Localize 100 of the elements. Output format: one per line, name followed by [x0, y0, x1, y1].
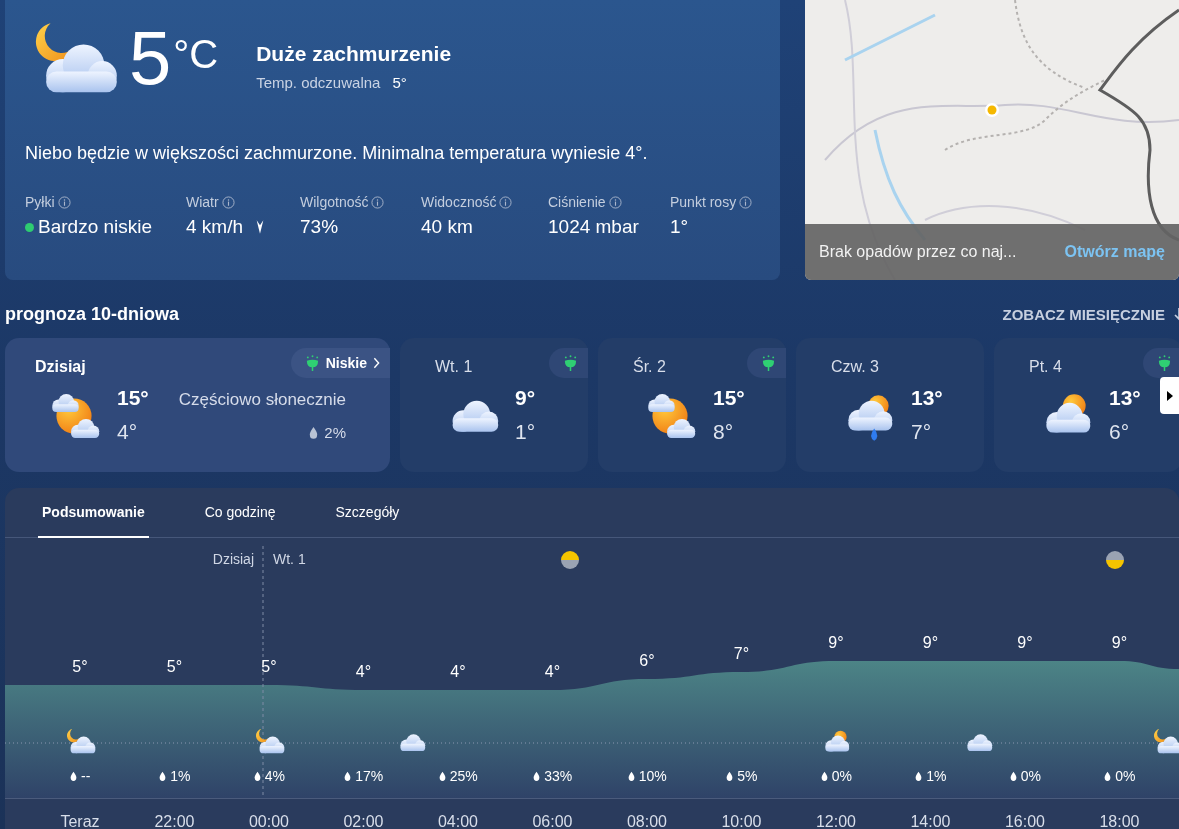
drop-icon	[1104, 771, 1112, 781]
chevron-right-icon	[373, 357, 380, 369]
stat-value: 4 km/h	[186, 216, 244, 238]
precipitation-chance: --	[81, 768, 91, 784]
drop-icon	[309, 425, 319, 439]
temperature-label: 9°	[922, 634, 939, 651]
precipitation-chance: 33%	[544, 768, 573, 784]
drop-icon	[253, 771, 261, 781]
drop-icon	[344, 771, 352, 781]
stat-label: Widoczność	[421, 194, 497, 210]
low-temperature: 1°	[515, 420, 536, 444]
day-name: Śr. 2	[633, 358, 666, 376]
temperature-label: 4°	[355, 663, 372, 680]
weather-summary: Niebo będzie w większości zachmurzone. Minimalna temperatura wyniesie 4°.	[25, 143, 649, 164]
precipitation-chance: 5%	[737, 768, 758, 784]
day-card[interactable]: Dzisiaj Niskie 15° 4° Częściowo słonecznie 2%	[5, 338, 390, 472]
pollen-badge[interactable]: Niskie	[290, 348, 390, 378]
day-label: Wt. 1	[273, 551, 306, 567]
hour-label: 12:00	[816, 813, 856, 829]
info-icon[interactable]	[739, 195, 753, 209]
high-temperature: 9°	[515, 386, 536, 410]
pollen-badge[interactable]	[549, 348, 588, 378]
section-title: prognoza 10-dniowa	[5, 303, 179, 325]
stat-value: 40 km	[421, 216, 473, 238]
stat-value: Bardzo niskie	[38, 216, 153, 238]
high-temperature: 13°	[1109, 386, 1141, 410]
stat-label: Wiatr	[186, 194, 219, 210]
day-card[interactable]: Pt. 4 13° 6°	[994, 338, 1179, 472]
temperature-label: 6°	[639, 652, 655, 669]
temperature-label: 5°	[166, 658, 183, 675]
precipitation-chance: 0%	[1115, 768, 1136, 784]
hour-label: 04:00	[438, 813, 478, 829]
temperature-label: 4°	[450, 663, 466, 680]
temperature-label: 5°	[72, 658, 88, 675]
info-icon[interactable]	[608, 195, 622, 209]
hour-label: 08:00	[627, 813, 667, 829]
scroll-next-button[interactable]	[1160, 377, 1179, 414]
low-temperature: 4°	[117, 420, 139, 444]
day-name: Wt. 1	[435, 358, 473, 376]
drop-icon	[159, 771, 167, 781]
high-temperature: 13°	[911, 386, 943, 410]
map-caption: Brak opadów przez co naj...	[819, 243, 1017, 261]
temperature-label: 7°	[733, 645, 750, 662]
drop-icon	[438, 771, 446, 781]
wind-arrow-icon	[255, 219, 266, 235]
precipitation-chance: 25%	[449, 768, 478, 784]
stat-value: 73%	[300, 216, 339, 238]
tab[interactable]: Szczegóły	[331, 488, 404, 538]
day-card[interactable]: Czw. 3 13° 7°	[796, 338, 984, 472]
drop-icon	[627, 771, 635, 781]
drop-icon	[1009, 771, 1017, 781]
stat-label: Punkt rosy	[670, 194, 737, 210]
temperature-label: 5°	[261, 658, 277, 675]
tab[interactable]: Co godzinę	[200, 488, 280, 538]
precipitation-chance: 2%	[324, 423, 346, 441]
hour-label: Teraz	[60, 813, 100, 829]
status-dot	[25, 222, 34, 232]
low-temperature: 7°	[911, 420, 933, 444]
drop-icon	[533, 771, 541, 781]
flower-icon	[304, 354, 320, 372]
drop-icon	[915, 771, 923, 781]
precipitation-chance: 1%	[170, 768, 191, 784]
temperature-label: 9°	[1111, 634, 1128, 651]
info-icon[interactable]	[371, 195, 385, 209]
precipitation-chance: 0%	[831, 768, 852, 784]
day-name: Pt. 4	[1029, 358, 1062, 376]
drop-icon	[70, 771, 78, 781]
monthly-view-link[interactable]: ZOBACZ MIESIĘCZNIE	[1002, 305, 1179, 323]
low-temperature: 8°	[713, 420, 735, 444]
info-icon[interactable]	[499, 195, 513, 209]
hour-label: 22:00	[154, 813, 195, 829]
flower-icon	[761, 354, 776, 372]
precipitation-chance: 10%	[638, 768, 667, 784]
sunrise-icon	[561, 551, 579, 569]
temperature-label: 9°	[1017, 634, 1033, 651]
stat-label: Pyłki	[25, 194, 55, 210]
stat-value: 1024 mbar	[548, 216, 639, 238]
day-card[interactable]: Śr. 2 15° 8°	[598, 338, 786, 472]
info-icon[interactable]	[221, 195, 235, 209]
precipitation-chance: 1%	[926, 768, 947, 784]
low-temperature: 6°	[1109, 420, 1131, 444]
info-icon[interactable]	[57, 195, 71, 209]
tab[interactable]: Podsumowanie	[38, 488, 149, 538]
current-temperature: 5	[129, 16, 172, 100]
stat-value: 1°	[670, 216, 689, 238]
feels-like-value: 5°	[392, 74, 407, 91]
pollen-badge[interactable]	[1143, 348, 1179, 378]
precipitation-chance: 17%	[355, 768, 384, 784]
high-temperature: 15°	[713, 386, 745, 410]
hour-label: 14:00	[910, 813, 951, 829]
flower-icon	[563, 354, 578, 372]
pollen-badge[interactable]	[747, 348, 786, 378]
temperature-label: 4°	[544, 663, 561, 680]
feels-like-label: Temp. odczuwalna	[256, 74, 381, 91]
day-card[interactable]: Wt. 1 9° 1°	[400, 338, 588, 472]
day-condition: Częściowo słonecznie	[178, 389, 346, 410]
day-name: Czw. 3	[831, 358, 879, 376]
play-icon	[1165, 389, 1174, 402]
hour-label: 06:00	[532, 813, 573, 829]
drop-icon	[820, 771, 828, 781]
